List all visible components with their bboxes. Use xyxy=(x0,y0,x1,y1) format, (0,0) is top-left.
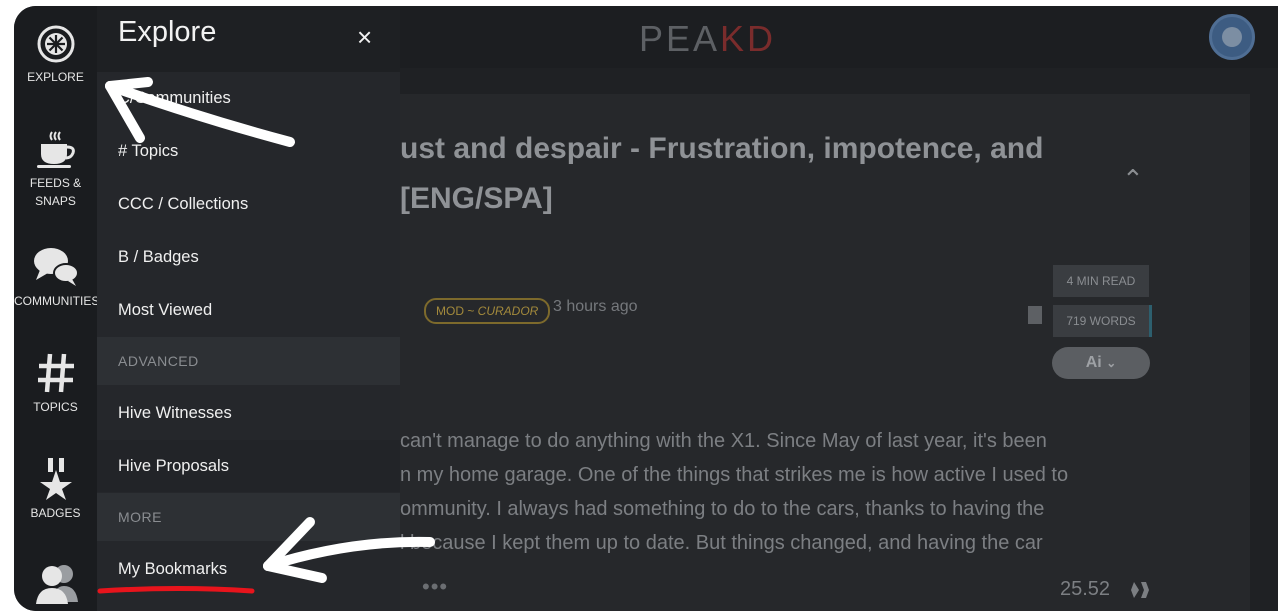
annotation-underline xyxy=(97,586,255,594)
screenshot-frame: PEAKD ust and despair - Frustration, imp… xyxy=(0,0,1280,611)
annotation-overlay xyxy=(97,77,435,594)
annotation-arrow-top xyxy=(105,77,295,147)
annotation-arrow-bottom xyxy=(263,517,435,583)
